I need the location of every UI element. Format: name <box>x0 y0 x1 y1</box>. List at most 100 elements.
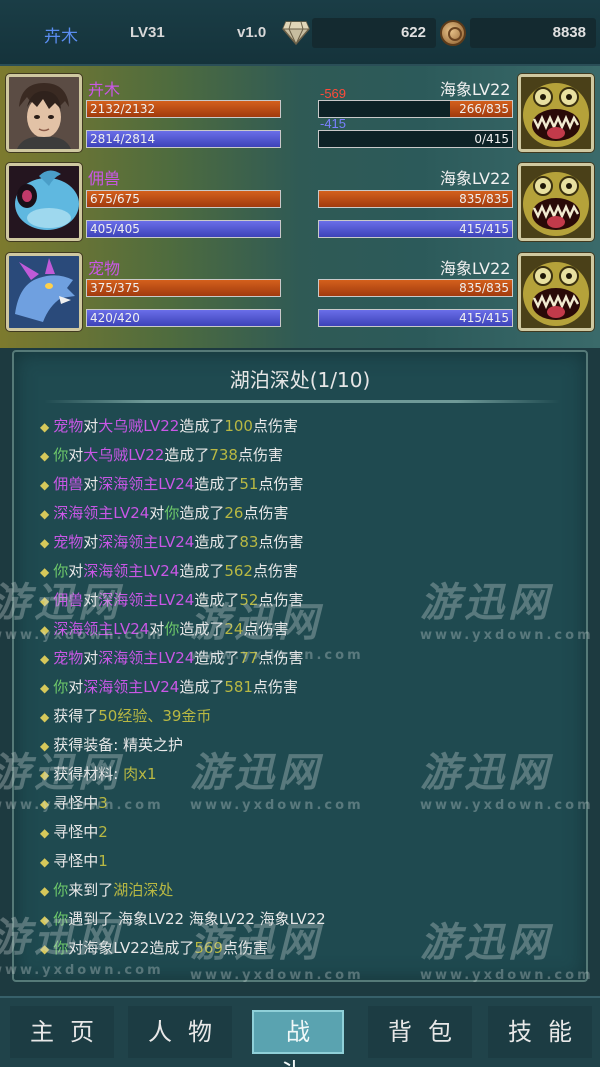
walrus-monster-icon <box>521 166 591 238</box>
hero-face-icon <box>9 77 79 149</box>
log-segment: 大乌贼LV22 <box>98 417 180 435</box>
enemy-mp-bar-1: 0/415 <box>318 130 513 148</box>
enemy-hp-bar-1: 266/835 <box>318 100 513 118</box>
log-segment: 对 <box>83 649 99 667</box>
enemy-hp-text-3: 835/835 <box>459 281 509 295</box>
log-segment: 点伤害 <box>252 562 298 580</box>
log-segment: 你 <box>164 504 180 522</box>
log-segment: 对 <box>68 562 84 580</box>
log-segment: 造成了 <box>194 591 240 609</box>
log-segment: 562 <box>224 562 253 580</box>
log-segment: 深海领主LV24 <box>83 562 180 580</box>
log-segment: 造成了 <box>179 678 225 696</box>
bullet-icon: ◆ <box>40 913 50 927</box>
log-segment: 你 <box>164 620 180 638</box>
blue-beast-portrait[interactable] <box>6 163 82 241</box>
log-segment: 宠物 <box>53 417 84 435</box>
coin-icon <box>440 20 466 46</box>
log-segment: 深海领主LV24 <box>98 591 195 609</box>
log-segment: 点伤害 <box>258 475 304 493</box>
hero-portrait[interactable] <box>6 74 82 152</box>
log-segment: 3 <box>98 794 108 812</box>
nav-home-button[interactable]: 主页 <box>10 1006 114 1058</box>
ally-mp-text-2: 405/405 <box>90 222 140 236</box>
enemy-hp-text-1: 266/835 <box>459 102 509 116</box>
log-segment: 深海领主LV24 <box>98 533 195 551</box>
nav-character-button[interactable]: 人物 <box>128 1006 232 1058</box>
bullet-icon: ◆ <box>40 826 50 840</box>
log-line: ◆ 你对深海领主LV24造成了581点伤害 <box>40 673 580 702</box>
nav-skills-button[interactable]: 技能 <box>488 1006 592 1058</box>
log-segment: 海象LV22 <box>83 939 150 957</box>
enemy-mp-text-3: 415/415 <box>459 311 509 325</box>
enemy-hp-damage-1: -569 <box>320 86 347 101</box>
walrus-monster-icon <box>521 256 591 328</box>
log-line: ◆ 你遇到了 海象LV22 海象LV22 海象LV22 <box>40 905 580 934</box>
enemy-hp-text-2: 835/835 <box>459 192 509 206</box>
battle-log-panel[interactable]: 湖泊深处(1/10) ◆ 宠物对大乌贼LV22造成了100点伤害 ◆ 你对大乌贼LV2… <box>12 350 588 982</box>
log-line: ◆ 你来到了湖泊深处 <box>40 876 580 905</box>
log-segment: 点伤害 <box>258 591 304 609</box>
enemy-mp-bar-3: 415/415 <box>318 309 513 327</box>
ally-mp-text-1: 2814/2814 <box>90 132 156 146</box>
ally-name-2: 佣兽 <box>88 169 121 188</box>
log-segment: 24 <box>224 620 244 638</box>
bullet-icon: ◆ <box>40 710 50 724</box>
log-line: ◆ 你对大乌贼LV22造成了738点伤害 <box>40 441 580 470</box>
ally-name-1: 卉木 <box>88 80 121 99</box>
ally-hp-bar-1: 2132/2132 <box>86 100 281 118</box>
log-line: ◆ 获得了50经验、39金币 <box>40 702 580 731</box>
nav-bag-button[interactable]: 背包 <box>368 1006 472 1058</box>
bullet-icon: ◆ <box>40 884 50 898</box>
log-segment: 对 <box>149 620 165 638</box>
walrus-monster-portrait-2[interactable] <box>518 163 594 241</box>
walrus-monster-portrait-3[interactable] <box>518 253 594 331</box>
ally-hp-bar-3: 375/375 <box>86 279 281 297</box>
log-segment: 你 <box>53 562 69 580</box>
dragon-face-icon <box>9 256 79 328</box>
log-segment: 2 <box>98 823 108 841</box>
log-segment: 对 <box>68 678 84 696</box>
log-segment: 湖泊深处 <box>113 881 174 899</box>
bullet-icon: ◆ <box>40 797 50 811</box>
ally-hp-text-1: 2132/2132 <box>90 102 156 116</box>
title-divider <box>44 400 560 403</box>
enemy-hp-bar-2: 835/835 <box>318 190 513 208</box>
log-segment: 深海领主LV24 <box>53 620 150 638</box>
log-segment: 遇到了 海象LV22 海象LV22 海象LV22 <box>68 910 326 928</box>
enemy-mp-bar-2: 415/415 <box>318 220 513 238</box>
beast-face-icon <box>9 166 79 238</box>
log-segment: 对 <box>83 417 99 435</box>
log-segment: 你 <box>53 446 69 464</box>
log-segment: 获得材料: <box>53 765 124 783</box>
log-segment: 大乌贼LV22 <box>83 446 165 464</box>
walrus-monster-portrait-1[interactable] <box>518 74 594 152</box>
log-segment: 738 <box>209 446 238 464</box>
bullet-icon: ◆ <box>40 507 50 521</box>
bullet-icon: ◆ <box>40 652 50 666</box>
log-segment: 造成了 <box>194 649 240 667</box>
pet-dragon-portrait[interactable] <box>6 253 82 331</box>
panel-title: 湖泊深处(1/10) <box>229 368 371 392</box>
bullet-icon: ◆ <box>40 855 50 869</box>
log-line: ◆ 宠物对大乌贼LV22造成了100点伤害 <box>40 412 580 441</box>
log-segment: 对 <box>149 504 165 522</box>
log-segment: 肉x1 <box>123 765 157 783</box>
bullet-icon: ◆ <box>40 420 50 434</box>
log-line: ◆ 你对深海领主LV24造成了562点伤害 <box>40 557 580 586</box>
log-segment: 造成了 <box>149 939 195 957</box>
log-segment: 对 <box>68 446 84 464</box>
log-segment: 点伤害 <box>258 533 304 551</box>
log-segment: 点伤害 <box>252 678 298 696</box>
version-label: v1.0 <box>237 24 267 41</box>
bullet-icon: ◆ <box>40 478 50 492</box>
log-segment: 宠物 <box>53 649 84 667</box>
bullet-icon: ◆ <box>40 768 50 782</box>
log-segment: 你 <box>53 881 69 899</box>
log-segment: 获得了 <box>53 707 99 725</box>
ally-mp-bar-2: 405/405 <box>86 220 281 238</box>
log-segment: 获得装备: 精英之护 <box>53 736 184 754</box>
log-segment: 对 <box>68 939 84 957</box>
nav-battle-button[interactable]: 战斗 <box>252 1010 344 1067</box>
log-segment: 你 <box>53 939 69 957</box>
